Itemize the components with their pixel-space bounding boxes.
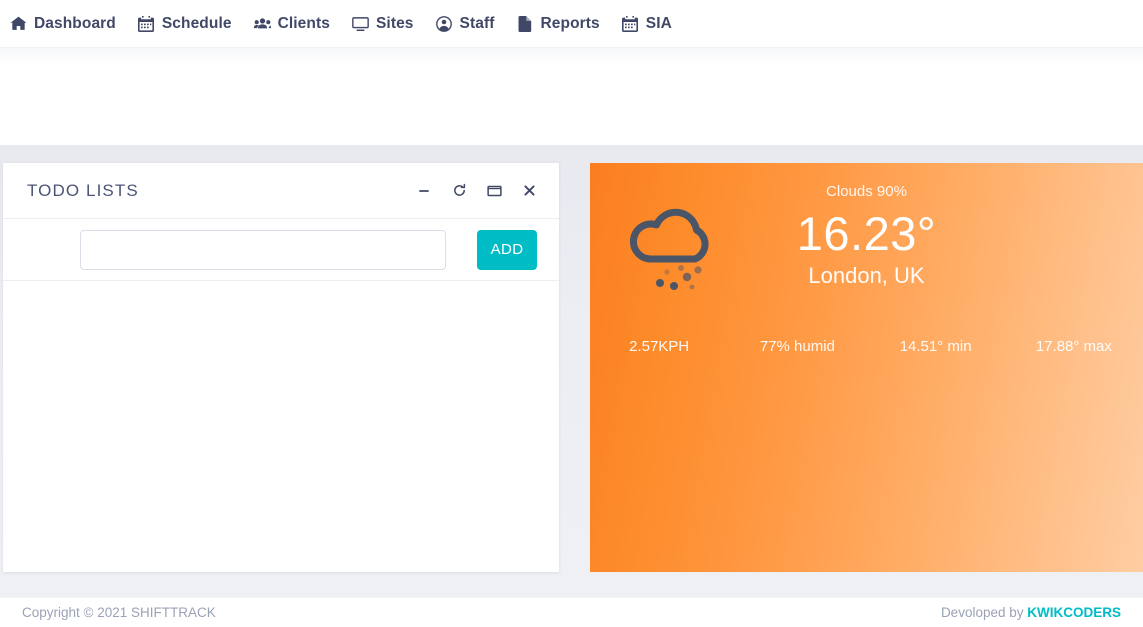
nav-item-sites[interactable]: Sites bbox=[352, 15, 414, 33]
nav-label: SIA bbox=[645, 14, 672, 32]
nav-label: Schedule bbox=[161, 14, 232, 32]
nav-label: Dashboard bbox=[34, 14, 116, 32]
weather-location: London, UK bbox=[808, 263, 925, 288]
close-icon[interactable] bbox=[521, 183, 537, 199]
add-todo-button[interactable]: ADD bbox=[477, 229, 537, 270]
weather-stat-humidity: 77% humid bbox=[759, 338, 835, 355]
nav-item-staff[interactable]: Staff bbox=[436, 15, 495, 33]
weather-stats-row: 2.57KPH 77% humid 14.51° min 17.88° max bbox=[590, 338, 1143, 355]
footer-credit-text: Devoloped by bbox=[940, 605, 1028, 620]
nav-item-sia[interactable]: SIA bbox=[622, 15, 672, 33]
weather-widget: Clouds 90% 16.23° London, UK 2.57KPH 77%… bbox=[590, 163, 1143, 572]
todo-panel-title: TODO LISTS bbox=[27, 180, 139, 200]
calendar-icon bbox=[622, 15, 639, 32]
todo-items-list bbox=[3, 281, 559, 572]
main-navbar: Dashboard Schedule Clients Sites Staff R… bbox=[0, 0, 1143, 48]
todo-panel-header: TODO LISTS bbox=[3, 163, 559, 219]
todo-lists-panel: TODO LISTS ADD bbox=[3, 163, 559, 572]
users-icon bbox=[253, 15, 271, 32]
weather-temperature: 16.23° bbox=[796, 207, 937, 260]
nav-label: Reports bbox=[540, 14, 600, 32]
user-circle-icon bbox=[436, 15, 453, 32]
file-icon bbox=[516, 15, 533, 32]
nav-label: Sites bbox=[375, 14, 414, 32]
minimize-icon[interactable] bbox=[416, 183, 432, 199]
maximize-icon[interactable] bbox=[486, 183, 502, 199]
footer-copyright: Copyright © 2021 SHIFTTRACK bbox=[22, 605, 216, 620]
todo-add-row: ADD bbox=[3, 219, 559, 281]
weather-stat-wind: 2.57KPH bbox=[629, 338, 690, 355]
desktop-icon bbox=[352, 15, 369, 32]
calendar-icon bbox=[138, 15, 155, 32]
nav-item-dashboard[interactable]: Dashboard bbox=[10, 15, 116, 33]
page-footer: Copyright © 2021 SHIFTTRACK Devoloped by… bbox=[0, 597, 1143, 627]
kwikcoders-link[interactable]: KWIKCODERS bbox=[1027, 605, 1121, 620]
todo-panel-tools bbox=[416, 183, 537, 199]
reload-icon[interactable] bbox=[451, 183, 467, 199]
nav-item-schedule[interactable]: Schedule bbox=[138, 15, 232, 33]
todo-input[interactable] bbox=[80, 229, 446, 270]
weather-condition: Clouds 90% bbox=[826, 183, 907, 200]
footer-credit: Devoloped by KWIKCODERS bbox=[941, 605, 1121, 620]
page-header-area bbox=[0, 48, 1143, 145]
nav-item-reports[interactable]: Reports bbox=[516, 14, 600, 33]
nav-label: Staff bbox=[459, 14, 495, 32]
nav-item-clients[interactable]: Clients bbox=[253, 14, 330, 33]
home-icon bbox=[10, 15, 27, 32]
nav-label: Clients bbox=[277, 14, 330, 32]
weather-stat-temp-min: 14.51° min bbox=[899, 338, 972, 355]
weather-stat-temp-max: 17.88° max bbox=[1035, 338, 1112, 355]
